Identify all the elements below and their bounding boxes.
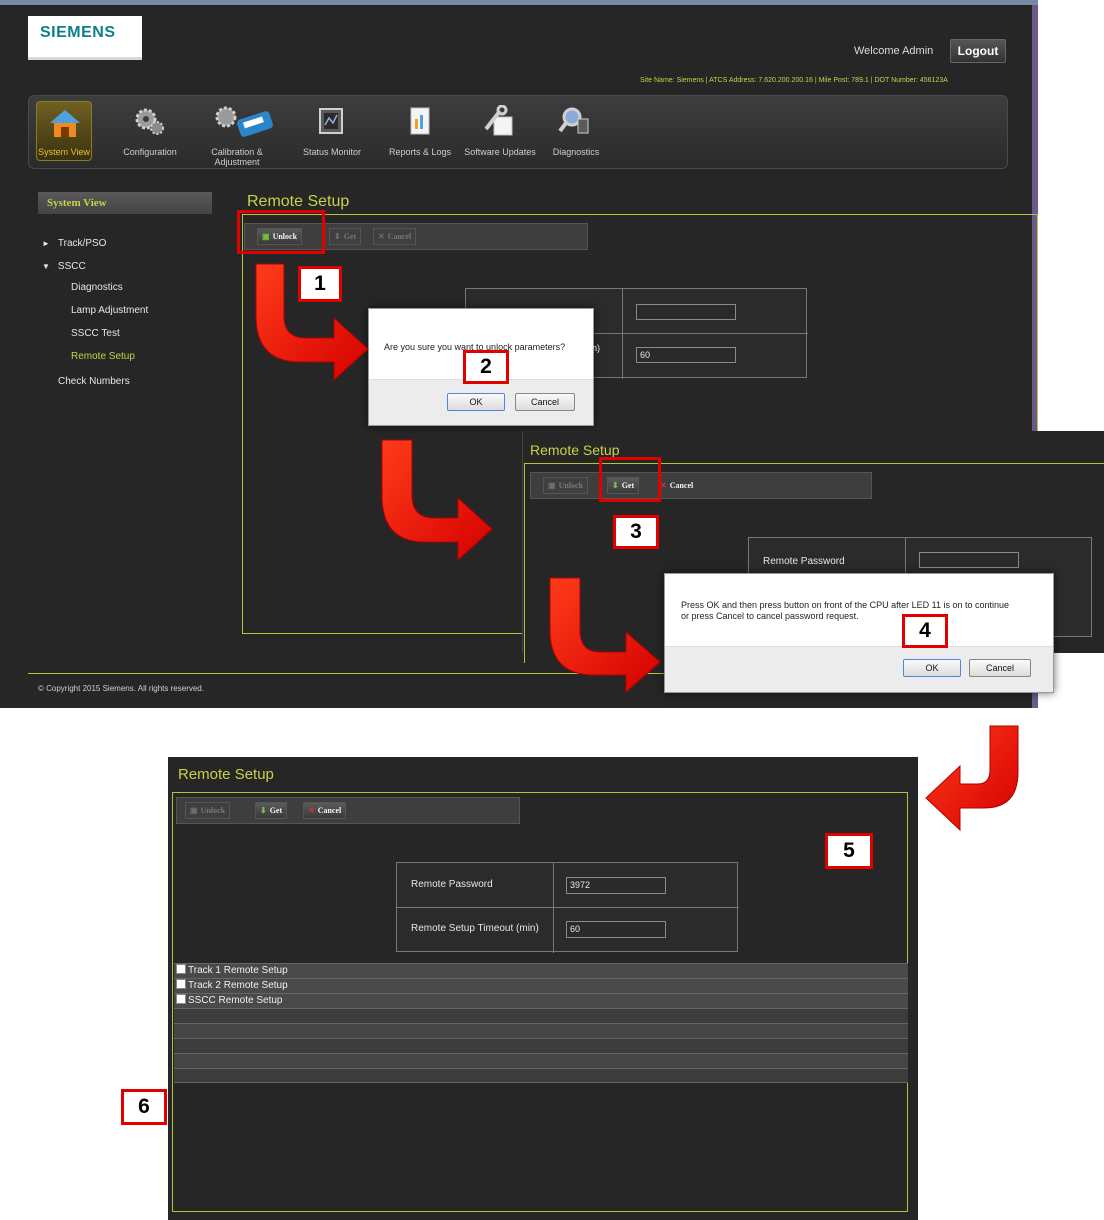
step-number-5: 5 — [825, 833, 873, 869]
step-number-6: 6 — [121, 1089, 167, 1125]
step-number-1: 1 — [298, 266, 342, 302]
curved-arrow-icon — [549, 577, 661, 694]
highlight-unlock — [237, 210, 325, 254]
highlight-get — [599, 457, 661, 502]
step-arrows — [255, 263, 1019, 832]
step-number-2: 2 — [463, 350, 509, 384]
curved-arrow-icon — [925, 725, 1019, 832]
curved-arrow-icon — [381, 439, 493, 562]
step-number-4: 4 — [902, 614, 948, 648]
step-number-3: 3 — [613, 515, 659, 549]
